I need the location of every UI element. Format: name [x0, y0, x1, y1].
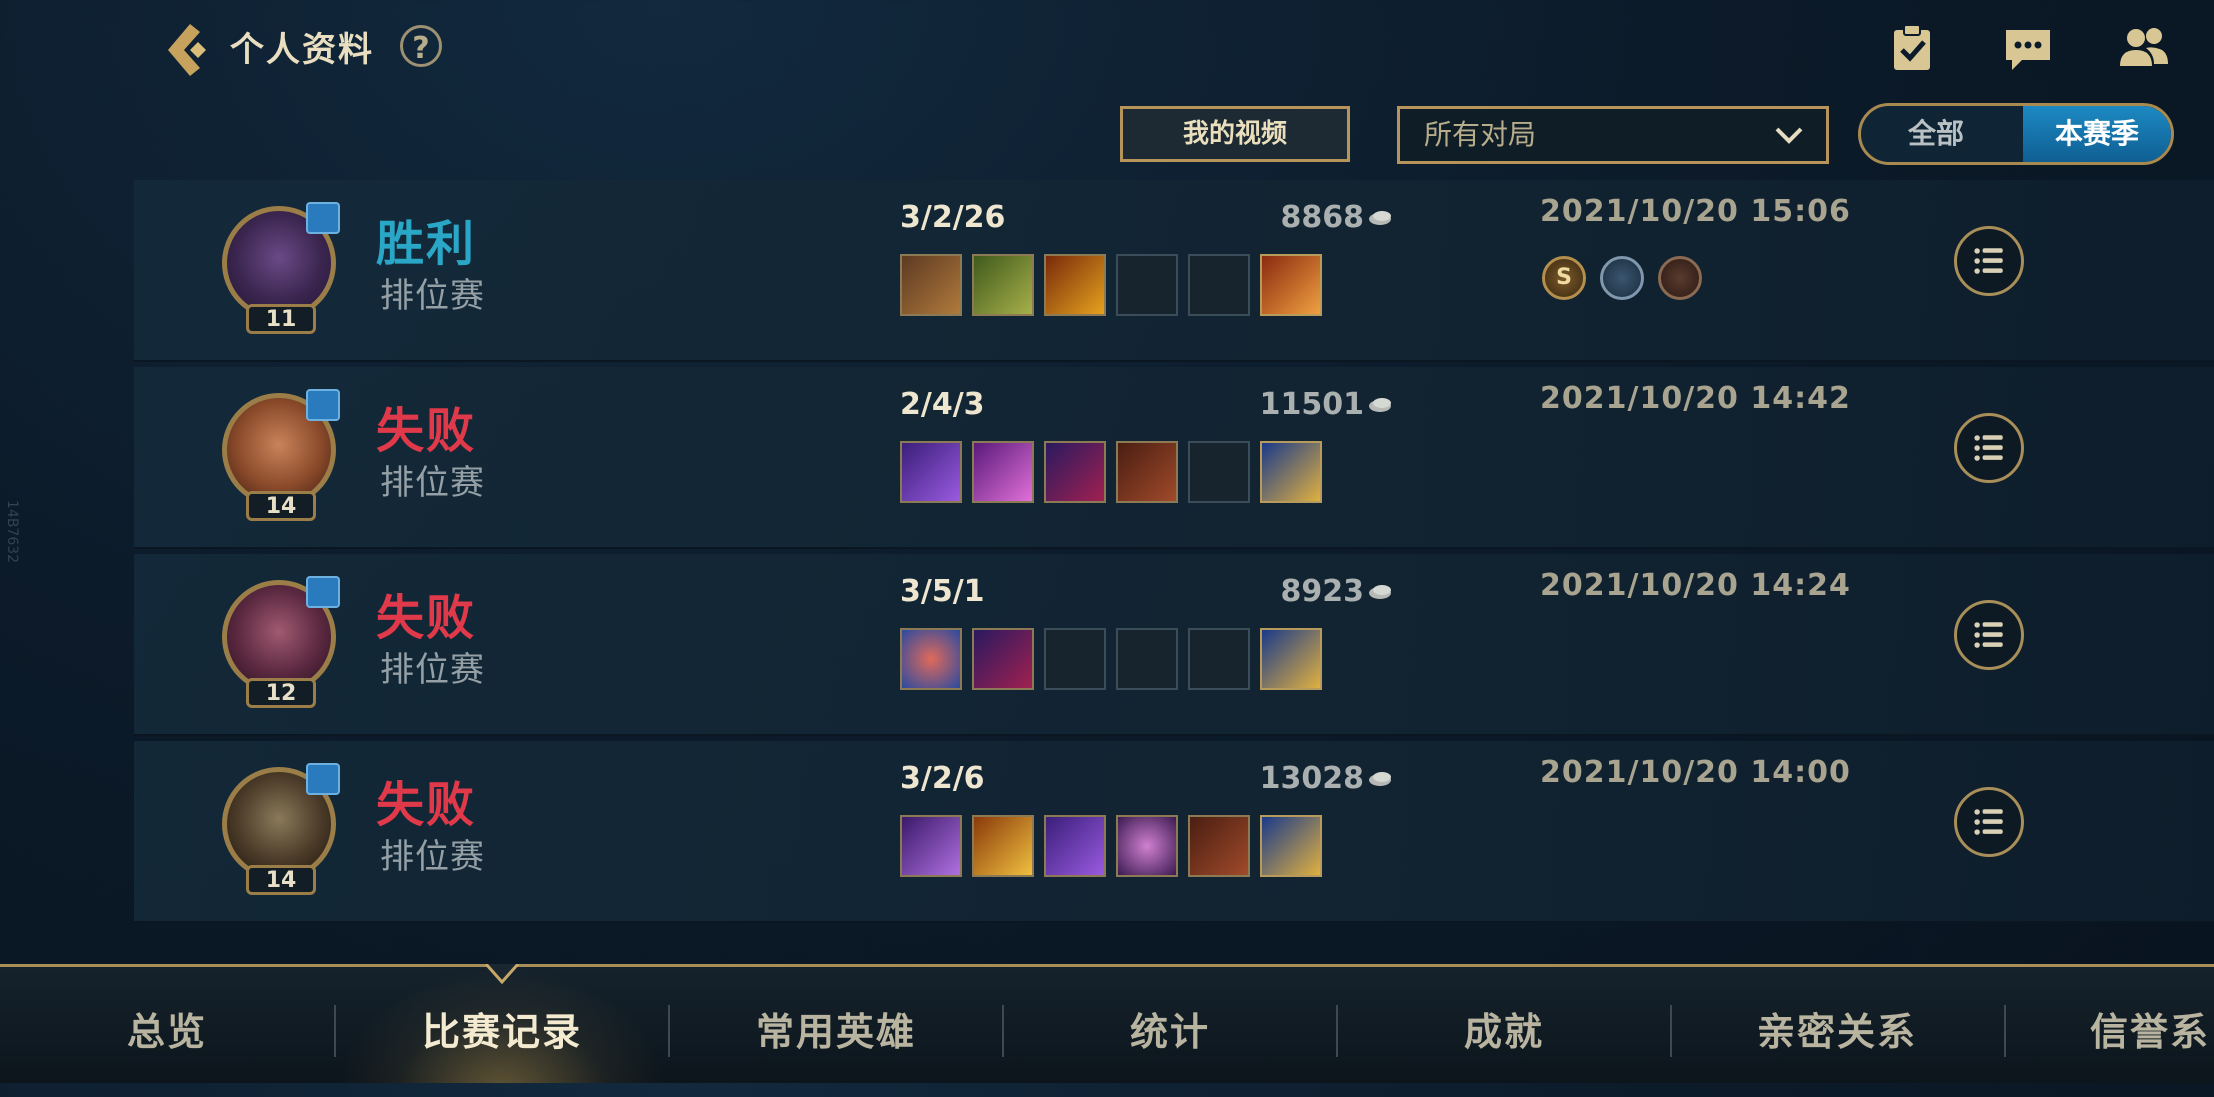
match-details-list-icon[interactable]	[1954, 226, 2024, 296]
party-icon	[306, 576, 340, 608]
match-result: 失败	[376, 590, 477, 646]
trinket-slot[interactable]	[1260, 815, 1322, 877]
chevron-down-icon	[1775, 127, 1803, 144]
flag-badge-icon	[1600, 256, 1644, 300]
party-icon	[306, 763, 340, 795]
item-slot[interactable]	[1044, 441, 1106, 503]
match-result: 失败	[376, 777, 477, 833]
item-slot-empty	[1188, 628, 1250, 690]
bottom-nav: 总览 比赛记录 常用英雄 统计 成就 亲密关系 信誉系	[0, 964, 2214, 1083]
match-row[interactable]: 14 失败 排位赛 3/2/6 13028 2021/10/20 14:00	[134, 741, 2214, 923]
toggle-season[interactable]: 本赛季	[2023, 106, 2171, 162]
kda: 3/2/26	[900, 200, 1006, 235]
champion-level: 11	[246, 304, 316, 334]
match-datetime: 2021/10/20 14:42	[1540, 381, 1851, 416]
match-mode: 排位赛	[380, 276, 485, 316]
match-row[interactable]: 12 失败 排位赛 3/5/1 8923 2021/10/20 14:24	[134, 554, 2214, 736]
page-title: 个人资料	[230, 30, 374, 70]
match-result: 胜利	[376, 216, 477, 272]
item-slot[interactable]	[972, 441, 1034, 503]
trinket-slot[interactable]	[1260, 441, 1322, 503]
party-icon	[306, 202, 340, 234]
party-icon	[306, 389, 340, 421]
item-slot[interactable]	[972, 815, 1034, 877]
help-icon[interactable]: ?	[400, 25, 442, 67]
kda: 2/4/3	[900, 387, 985, 422]
nav-tab-relationships[interactable]: 亲密关系	[1672, 967, 2002, 1083]
match-details-list-icon[interactable]	[1954, 787, 2024, 857]
match-details-list-icon[interactable]	[1954, 413, 2024, 483]
match-mode: 排位赛	[380, 463, 485, 503]
clipboard-check-icon[interactable]	[1884, 22, 1940, 74]
champion-level: 12	[246, 678, 316, 708]
nav-tab-overview[interactable]: 总览	[0, 967, 334, 1083]
champion-level: 14	[246, 865, 316, 895]
gold-amount: 13028	[1259, 761, 1364, 796]
match-type-selected-value: 所有对局	[1424, 118, 1537, 151]
toggle-all[interactable]: 全部	[1861, 106, 2011, 162]
kda: 3/5/1	[900, 574, 985, 609]
item-slot-empty	[1116, 628, 1178, 690]
trinket-slot[interactable]	[1260, 628, 1322, 690]
match-mode: 排位赛	[380, 650, 485, 690]
gold-coins-icon	[1369, 211, 1391, 225]
match-datetime: 2021/10/20 15:06	[1540, 194, 1851, 229]
item-slot[interactable]	[1116, 441, 1178, 503]
item-slot-empty	[1188, 441, 1250, 503]
item-slot[interactable]	[900, 628, 962, 690]
friends-icon[interactable]	[2116, 22, 2172, 74]
item-slot[interactable]	[900, 254, 962, 316]
item-slot-empty	[1188, 254, 1250, 316]
match-row[interactable]: 11 胜利 排位赛 3/2/26 8868 2021/10/20 15:06 S	[134, 180, 2214, 362]
item-slot[interactable]	[1116, 815, 1178, 877]
season-toggle[interactable]: 全部 本赛季	[1858, 103, 2174, 165]
item-slot-empty	[1116, 254, 1178, 316]
hand-badge-icon	[1658, 256, 1702, 300]
item-slot[interactable]	[1044, 815, 1106, 877]
gold-coins-icon	[1369, 585, 1391, 599]
nav-tab-statistics[interactable]: 统计	[1004, 967, 1336, 1083]
kda: 3/2/6	[900, 761, 985, 796]
match-datetime: 2021/10/20 14:00	[1540, 755, 1851, 790]
nav-tab-achievements[interactable]: 成就	[1338, 967, 1670, 1083]
nav-tab-honor[interactable]: 信誉系	[2006, 967, 2214, 1083]
item-slot[interactable]	[900, 815, 962, 877]
item-slot[interactable]	[972, 628, 1034, 690]
back-arrow-icon[interactable]	[160, 20, 212, 80]
match-type-select[interactable]: 所有对局	[1397, 106, 1829, 164]
gold-amount: 8868	[1280, 200, 1365, 235]
gold-coins-icon	[1369, 772, 1391, 786]
gold-coins-icon	[1369, 398, 1391, 412]
match-details-list-icon[interactable]	[1954, 600, 2024, 670]
champion-level: 14	[246, 491, 316, 521]
match-row[interactable]: 14 失败 排位赛 2/4/3 11501 2021/10/20 14:42	[134, 367, 2214, 549]
s-rank-badge-icon: S	[1542, 256, 1586, 300]
gold-amount: 11501	[1259, 387, 1364, 422]
side-id-text: 14B7632	[4, 500, 20, 564]
item-slot-empty	[1044, 628, 1106, 690]
nav-tab-favorite-champions[interactable]: 常用英雄	[670, 967, 1002, 1083]
item-slot[interactable]	[1044, 254, 1106, 316]
match-mode: 排位赛	[380, 837, 485, 877]
my-videos-button[interactable]: 我的视频	[1120, 106, 1350, 162]
trinket-slot[interactable]	[1260, 254, 1322, 316]
chat-icon[interactable]	[2000, 22, 2056, 74]
gold-amount: 8923	[1280, 574, 1365, 609]
item-slot[interactable]	[900, 441, 962, 503]
item-slot[interactable]	[1188, 815, 1250, 877]
active-tab-marker-icon	[484, 964, 520, 985]
match-result: 失败	[376, 403, 477, 459]
match-datetime: 2021/10/20 14:24	[1540, 568, 1851, 603]
item-slot[interactable]	[972, 254, 1034, 316]
